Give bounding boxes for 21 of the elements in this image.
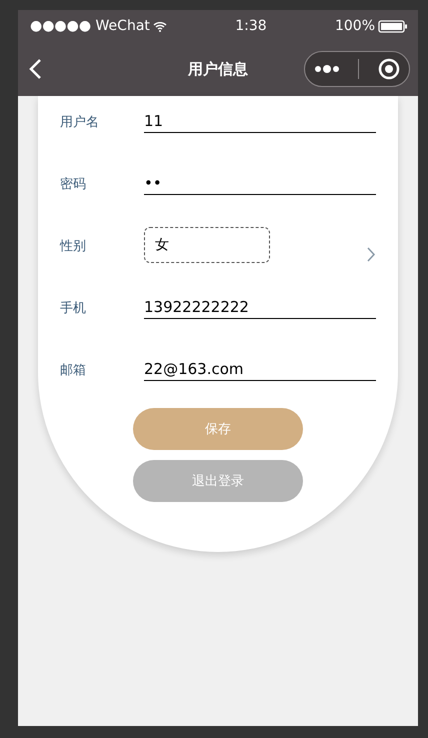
field-label: 邮箱	[60, 362, 87, 379]
field-label: 手机	[60, 300, 87, 317]
input-field[interactable]: 13922222222	[144, 294, 376, 319]
input-field[interactable]: ••	[144, 170, 376, 195]
more-icon[interactable]	[314, 64, 340, 74]
page-title: 用户信息	[188, 60, 248, 78]
field-label: 密码	[60, 176, 87, 193]
time-text: 1:38	[235, 18, 267, 34]
back-icon[interactable]	[28, 58, 42, 80]
field-label: 用户名	[60, 114, 100, 131]
wifi-icon	[152, 20, 167, 32]
gender-select[interactable]: 女	[144, 227, 270, 263]
battery-icon	[378, 20, 408, 32]
close-icon[interactable]	[378, 58, 400, 80]
carrier-text: ●●●●● WeChat	[30, 18, 150, 34]
input-field[interactable]: 22@163.com	[144, 356, 376, 381]
battery-text: 100%	[334, 18, 375, 34]
chevron-right-icon	[367, 247, 376, 262]
capsule-menu[interactable]	[304, 51, 410, 87]
input-field[interactable]: 11	[144, 108, 376, 133]
field-label: 性别	[60, 238, 87, 255]
